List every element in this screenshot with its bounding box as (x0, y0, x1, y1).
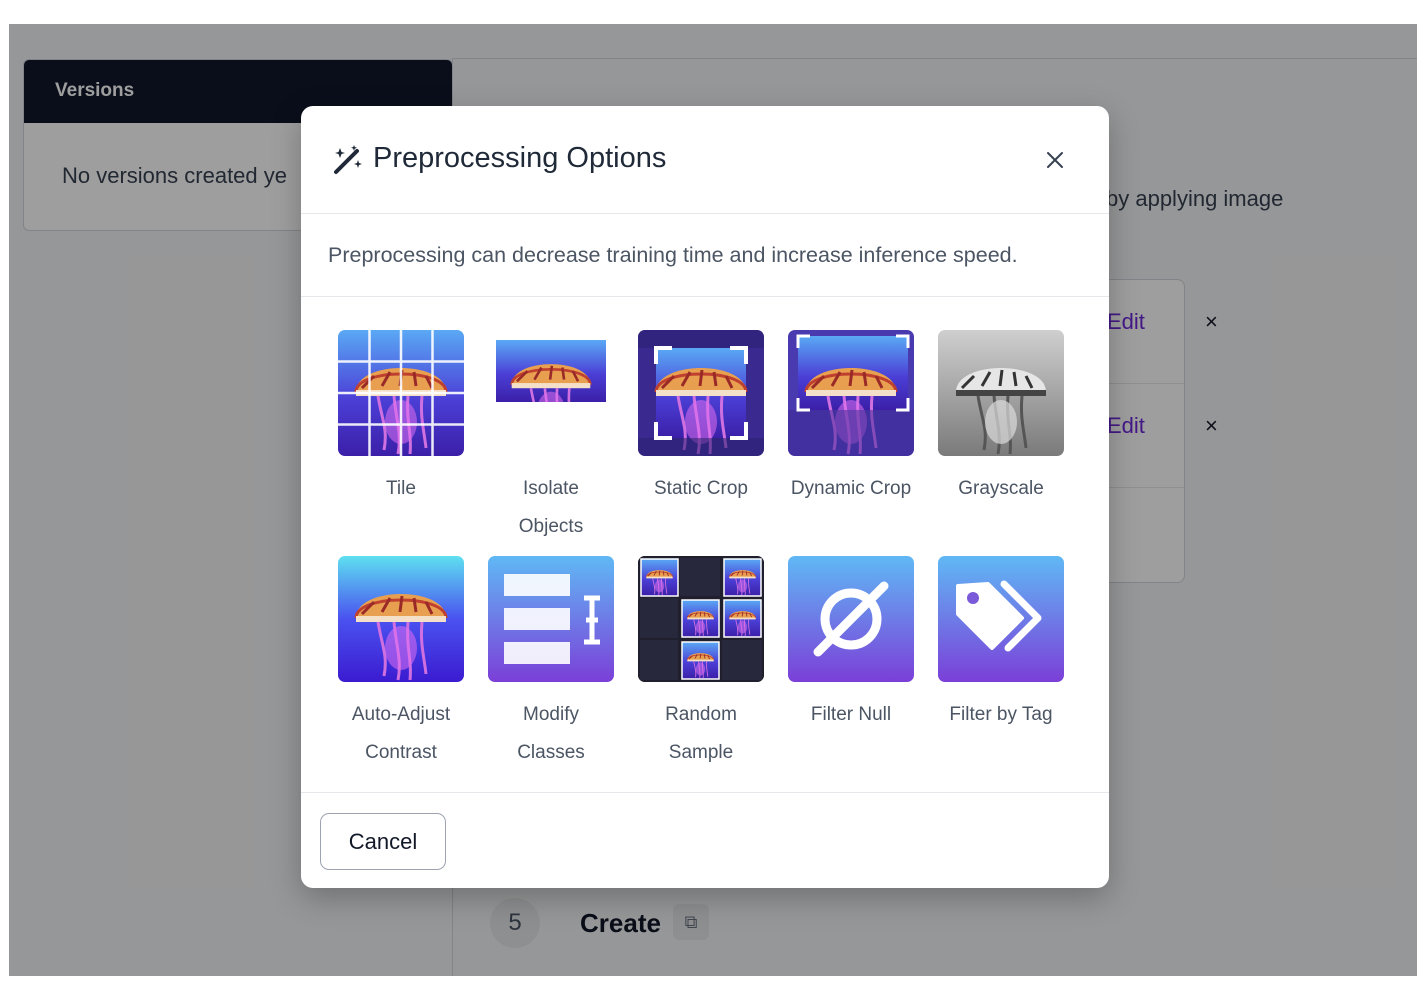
option-filter-by-tag[interactable]: Filter by Tag (926, 556, 1076, 734)
filter-tag-icon (938, 556, 1064, 682)
option-label: Modify Classes (517, 704, 585, 763)
random-sample-image (638, 556, 764, 682)
modify-classes-icon (488, 556, 614, 682)
option-label: Grayscale (958, 478, 1044, 499)
contrast-image (338, 556, 464, 682)
tile-grid-image (338, 330, 464, 456)
option-auto-adjust-contrast[interactable]: Auto-Adjust Contrast (326, 556, 476, 772)
option-label: Filter by Tag (949, 704, 1053, 725)
dynamic-crop-image (788, 330, 914, 456)
option-label: Dynamic Crop (790, 478, 912, 499)
option-static-crop[interactable]: Static Crop (626, 330, 776, 508)
isolate-objects-image (488, 330, 614, 456)
option-label: Random Sample (665, 704, 737, 763)
option-random-sample[interactable]: Random Sample (626, 556, 776, 772)
option-filter-null[interactable]: Filter Null (776, 556, 926, 734)
modal-description-section: Preprocessing can decrease training time… (301, 214, 1109, 297)
option-dynamic-crop[interactable]: Dynamic Crop (776, 330, 926, 508)
modal-description: Preprocessing can decrease training time… (328, 243, 1018, 267)
modal-footer: Cancel (301, 792, 1109, 888)
preprocessing-options-modal: Preprocessing Options Preprocessing can … (301, 106, 1109, 888)
close-icon[interactable] (1041, 146, 1069, 174)
option-label: Auto-Adjust Contrast (351, 704, 451, 763)
option-label: Static Crop (654, 478, 748, 499)
option-label: Isolate Objects (518, 478, 584, 537)
option-modify-classes[interactable]: Modify Classes (476, 556, 626, 772)
options-grid: Tile Isolate Objects Static Crop Dynamic… (301, 298, 1109, 792)
option-isolate-objects[interactable]: Isolate Objects (476, 330, 626, 546)
option-grayscale[interactable]: Grayscale (926, 330, 1076, 508)
filter-null-icon (788, 556, 914, 682)
option-label: Filter Null (810, 704, 892, 725)
modal-title: Preprocessing Options (373, 142, 667, 174)
option-tile[interactable]: Tile (326, 330, 476, 508)
static-crop-image (638, 330, 764, 456)
magic-wand-icon (334, 145, 362, 174)
cancel-button[interactable]: Cancel (320, 813, 446, 870)
modal-header: Preprocessing Options (301, 106, 1109, 214)
option-label: Tile (386, 478, 416, 499)
grayscale-image (938, 330, 1064, 456)
